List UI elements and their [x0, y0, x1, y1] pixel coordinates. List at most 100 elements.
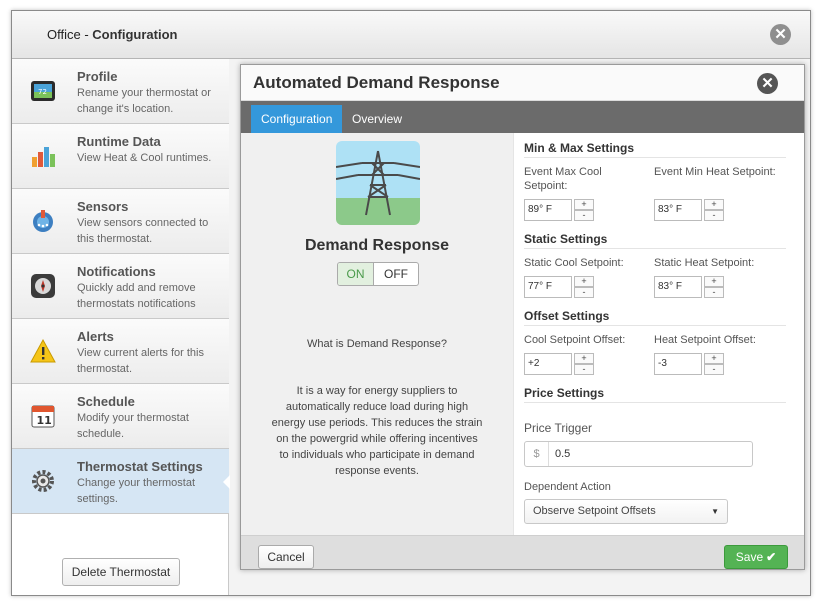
dependent-action-label: Dependent Action: [524, 481, 611, 493]
dialog-footer: Cancel Save ✔: [241, 535, 804, 569]
save-label: Save: [735, 550, 764, 564]
static-cool-stepper: 77° F + -: [524, 276, 594, 298]
sidebar-item-desc: View current alerts for this thermostat.: [77, 347, 204, 375]
window-title-main: Configuration: [92, 27, 178, 42]
tab-configuration[interactable]: Configuration: [251, 105, 343, 133]
sidebar-item-title: Sensors: [77, 199, 129, 214]
demand-response-dialog: Automated Demand Response ✕ Configuratio…: [240, 64, 805, 570]
dependent-action-value: Observe Setpoint Offsets: [533, 505, 656, 517]
event-min-heat-input[interactable]: 83° F: [654, 199, 702, 221]
decrement-button[interactable]: -: [704, 210, 724, 221]
event-max-cool-stepper: 89° F + -: [524, 199, 594, 221]
price-settings-title: Price Settings: [524, 386, 605, 400]
demand-response-question: What is Demand Response?: [306, 338, 447, 350]
sidebar-item-desc: Quickly add and remove thermostats notif…: [77, 282, 196, 310]
sidebar-item-title: Schedule: [77, 394, 135, 409]
sidebar-item-thermostat-settings[interactable]: Thermostat Settings Change your thermost…: [12, 449, 230, 514]
section-divider: [524, 325, 786, 326]
calendar-icon: 11: [31, 405, 55, 428]
checkmark-icon: ✔: [766, 550, 777, 564]
sidebar: 72 Profile Rename your thermostat or cha…: [12, 59, 230, 595]
cool-offset-stepper: +2 + -: [524, 353, 594, 375]
dependent-action-select[interactable]: Observe Setpoint Offsets ▼: [524, 499, 728, 524]
warning-icon: [30, 338, 56, 363]
window-title: Office - Configuration: [47, 27, 178, 42]
static-heat-input[interactable]: 83° F: [654, 276, 702, 298]
sidebar-item-profile[interactable]: 72 Profile Rename your thermostat or cha…: [12, 59, 229, 124]
price-trigger-input[interactable]: $ 0.5: [524, 441, 753, 467]
section-divider: [524, 402, 786, 403]
increment-button[interactable]: +: [574, 276, 594, 287]
decrement-button[interactable]: -: [574, 210, 594, 221]
section-divider: [524, 248, 786, 249]
demand-response-heading: Demand Response: [304, 237, 450, 254]
demand-response-toggle[interactable]: ON OFF: [337, 262, 419, 286]
sidebar-item-desc: View sensors connected to this thermosta…: [77, 217, 209, 245]
section-divider: [524, 157, 786, 158]
sidebar-item-sensors[interactable]: Sensors View sensors connected to this t…: [12, 189, 229, 254]
window-header: Office - Configuration ✕: [12, 11, 810, 59]
event-min-heat-label: Event Min Heat Setpoint:: [654, 166, 776, 178]
price-trigger-label: Price Trigger: [524, 421, 593, 435]
window-close-icon[interactable]: ✕: [770, 24, 791, 45]
delete-thermostat-button[interactable]: Delete Thermostat: [62, 558, 180, 586]
active-indicator: [223, 475, 230, 489]
sidebar-item-title: Profile: [77, 69, 118, 84]
dialog-header: Automated Demand Response ✕: [241, 65, 804, 101]
increment-button[interactable]: +: [574, 199, 594, 210]
price-trigger-value: 0.5: [555, 448, 571, 460]
sidebar-item-desc: Modify your thermostat schedule.: [77, 412, 189, 440]
event-max-cool-label: Event Max Cool Setpoint:: [524, 166, 602, 192]
configuration-window: Office - Configuration ✕ 72 Profile Rena…: [11, 10, 811, 596]
sidebar-item-title: Notifications: [77, 264, 156, 279]
static-settings-title: Static Settings: [524, 232, 608, 246]
gear-icon: [32, 470, 54, 492]
sidebar-item-alerts[interactable]: Alerts View current alerts for this ther…: [12, 319, 229, 384]
sidebar-item-title: Runtime Data: [77, 134, 161, 149]
tabs-bar: Configuration Overview: [241, 101, 804, 133]
increment-button[interactable]: +: [574, 353, 594, 364]
min-max-settings-title: Min & Max Settings: [524, 141, 635, 155]
demand-response-info-pane: Demand Response ON OFF What is Demand Re…: [241, 133, 513, 535]
heat-offset-label: Heat Setpoint Offset:: [654, 334, 756, 346]
increment-button[interactable]: +: [704, 276, 724, 287]
increment-button[interactable]: +: [704, 353, 724, 364]
event-min-heat-stepper: 83° F + -: [654, 199, 724, 221]
cancel-button[interactable]: Cancel: [258, 545, 314, 569]
settings-pane: Min & Max Settings Event Max Cool Setpoi…: [513, 133, 804, 535]
notification-bell-icon: [31, 274, 55, 298]
sidebar-item-desc: Change your thermostat settings.: [77, 477, 196, 505]
sidebar-item-notifications[interactable]: Notifications Quickly add and remove the…: [12, 254, 229, 319]
dropdown-caret-icon: ▼: [711, 507, 719, 516]
dialog-close-icon[interactable]: ✕: [757, 73, 778, 94]
save-button[interactable]: Save ✔: [724, 545, 788, 569]
static-heat-stepper: 83° F + -: [654, 276, 724, 298]
static-heat-label: Static Heat Setpoint:: [654, 257, 755, 269]
tab-overview[interactable]: Overview: [342, 105, 412, 133]
cool-offset-label: Cool Setpoint Offset:: [524, 334, 626, 346]
static-cool-input[interactable]: 77° F: [524, 276, 572, 298]
decrement-button[interactable]: -: [574, 287, 594, 298]
increment-button[interactable]: +: [704, 199, 724, 210]
decrement-button[interactable]: -: [574, 364, 594, 375]
sensor-icon: [33, 210, 53, 232]
event-max-cool-input[interactable]: 89° F: [524, 199, 572, 221]
static-cool-label: Static Cool Setpoint:: [524, 257, 624, 269]
sidebar-item-desc: Rename your thermostat or change it's lo…: [77, 87, 211, 115]
heat-offset-input[interactable]: -3: [654, 353, 702, 375]
currency-symbol: $: [525, 442, 549, 466]
toggle-off-option[interactable]: OFF: [374, 263, 418, 285]
sidebar-item-runtime-data[interactable]: Runtime Data View Heat & Cool runtimes.: [12, 124, 229, 189]
decrement-button[interactable]: -: [704, 364, 724, 375]
demand-response-description: It is a way for energy suppliers to auto…: [271, 385, 483, 477]
dialog-title: Automated Demand Response: [253, 73, 500, 92]
window-title-prefix: Office -: [47, 27, 93, 42]
decrement-button[interactable]: -: [704, 287, 724, 298]
sidebar-item-schedule[interactable]: 11 Schedule Modify your thermostat sched…: [12, 384, 229, 449]
toggle-on-option[interactable]: ON: [338, 263, 374, 285]
sidebar-item-title: Alerts: [77, 329, 114, 344]
offset-settings-title: Offset Settings: [524, 309, 610, 323]
power-tower-icon: [336, 141, 420, 225]
cool-offset-input[interactable]: +2: [524, 353, 572, 375]
svg-text:72: 72: [38, 88, 47, 96]
